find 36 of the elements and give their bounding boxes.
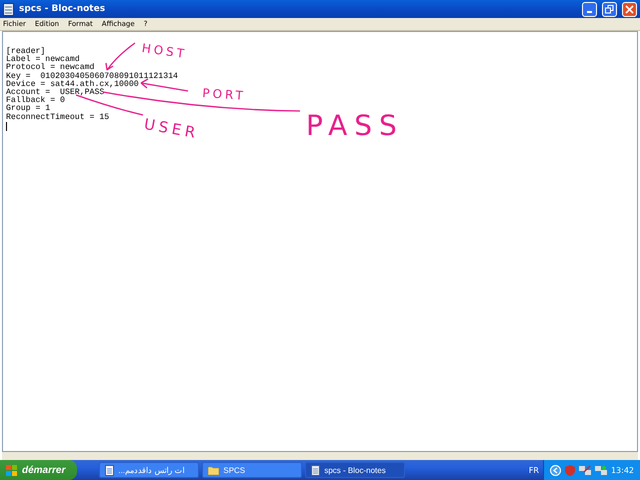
text-line: Account = USER,PASS (6, 89, 104, 98)
taskbar-button[interactable]: spcs - Bloc-notes (305, 462, 406, 478)
notepad-icon (311, 464, 320, 476)
handwritten-label: PASS (306, 109, 404, 142)
taskbar-button[interactable]: SPCS (202, 462, 302, 478)
annotation-arrow (105, 42, 136, 71)
window-title: spcs - Bloc-notes (19, 4, 106, 14)
text-line: Label = newcamd (6, 56, 80, 64)
document-icon (105, 464, 114, 476)
chevron-icon[interactable] (550, 464, 561, 476)
text-cursor (6, 122, 7, 131)
text-line: Fallback = 0 (6, 97, 65, 106)
handwritten-label: USER (142, 114, 200, 142)
taskbar-button[interactable]: ...ات راتس داقددمم (99, 462, 200, 478)
minimize-button[interactable] (582, 2, 597, 16)
restore-icon (605, 4, 614, 14)
language-indicator[interactable]: FR (528, 466, 539, 474)
clock: 13:42 (610, 466, 634, 474)
close-button[interactable] (622, 2, 637, 16)
start-button[interactable]: démarrer (0, 460, 78, 480)
text-line: ReconnectTimeout = 15 (6, 114, 110, 122)
restore-button[interactable] (602, 2, 617, 16)
text-line: Device = sat44.ath.cx,10000 (6, 80, 139, 89)
text-line: Group = 1 (6, 105, 50, 114)
notepad-icon (3, 2, 14, 16)
handwritten-label: PORT (202, 86, 246, 103)
text-line: Protocol = newcamd (6, 64, 94, 72)
close-icon (625, 4, 634, 14)
text-line: [reader] (6, 48, 46, 56)
text-editor[interactable]: [reader] Label = newcamd Protocol = newcamd Key = 0102030405060708091011121314 Device = sat44.ath.cx,10000 Account = USER,PASS Fallback = 0 Group = 1 ReconnectTimeout = 15 HOST PORT PASS USER (2, 31, 638, 452)
folder-icon (208, 466, 220, 474)
windows-logo-icon (6, 464, 18, 476)
handwritten-label: HOST (140, 41, 188, 62)
text-line: Key = 0102030405060708091011121314 (6, 72, 178, 81)
network-icon[interactable] (578, 464, 591, 476)
network-icon[interactable] (594, 464, 607, 476)
